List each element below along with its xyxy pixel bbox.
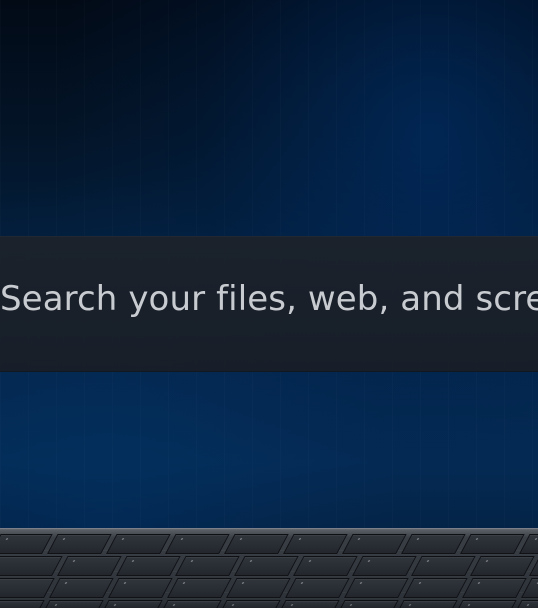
desktop-screen: Search your files, web, and screen [0, 0, 538, 608]
keyboard-key [352, 556, 417, 576]
keyboard-key [452, 600, 517, 608]
keyboard-key [39, 600, 104, 608]
key-mark [190, 560, 194, 562]
keyboard-key [462, 578, 527, 598]
keyboard-key [344, 578, 409, 598]
search-bar[interactable] [0, 236, 538, 372]
key-mark [121, 538, 125, 540]
key-mark [241, 582, 245, 584]
keyboard-key [393, 600, 458, 608]
key-mark [477, 582, 481, 584]
keyboard-key [224, 534, 289, 554]
key-mark [249, 560, 253, 562]
key-mark [5, 538, 9, 540]
keyboard-key [0, 578, 55, 598]
key-mark [54, 604, 58, 606]
key-mark [231, 604, 235, 606]
keyboard-row-3 [0, 578, 538, 598]
keyboard-key [403, 578, 468, 598]
key-mark [426, 560, 430, 562]
keyboard-key [98, 600, 163, 608]
key-mark [172, 604, 176, 606]
key-mark [475, 538, 479, 540]
keyboard-key [334, 600, 399, 608]
key-mark [62, 538, 66, 540]
keyboard-key [108, 578, 173, 598]
keyboard-row-2 [0, 556, 538, 576]
keyboard-key [234, 556, 299, 576]
keyboard-row-4 [0, 600, 538, 608]
keyboard-key [216, 600, 281, 608]
keyboard-key [47, 534, 112, 554]
key-mark [418, 582, 422, 584]
keyboard-key [106, 534, 171, 554]
key-mark [300, 582, 304, 584]
key-mark [131, 560, 135, 562]
keyboard-key [275, 600, 340, 608]
keyboard-key [57, 556, 122, 576]
keyboard-key [342, 534, 407, 554]
key-mark [357, 538, 361, 540]
keyboard-key [283, 534, 348, 554]
key-mark [72, 560, 76, 562]
keyboard-key [157, 600, 222, 608]
keyboard-key [285, 578, 350, 598]
keyboard-key [401, 534, 466, 554]
keyboard-key [167, 578, 232, 598]
key-mark [359, 582, 363, 584]
key-mark [416, 538, 420, 540]
key-mark [123, 582, 127, 584]
keyboard-key [116, 556, 181, 576]
key-mark [526, 604, 530, 606]
key-mark [367, 560, 371, 562]
key-mark [485, 560, 489, 562]
keyboard-key [0, 534, 53, 554]
key-mark [298, 538, 302, 540]
key-mark [180, 538, 184, 540]
key-mark [308, 560, 312, 562]
keyboard-key [460, 534, 525, 554]
keyboard-key [293, 556, 358, 576]
keyboard-key [165, 534, 230, 554]
keyboard-key [411, 556, 476, 576]
key-mark [467, 604, 471, 606]
key-mark [534, 538, 538, 540]
keyboard-key [226, 578, 291, 598]
key-mark [113, 604, 117, 606]
key-mark [349, 604, 353, 606]
keyboard-key [0, 556, 63, 576]
keyboard-key [49, 578, 114, 598]
key-mark [64, 582, 68, 584]
keyboard-key [470, 556, 535, 576]
keyboard-row-1 [0, 534, 538, 554]
key-mark [290, 604, 294, 606]
keyboard-key [175, 556, 240, 576]
keyboard-edge [0, 528, 538, 608]
key-mark [408, 604, 412, 606]
key-mark [182, 582, 186, 584]
keyboard-key [0, 600, 45, 608]
key-mark [239, 538, 243, 540]
